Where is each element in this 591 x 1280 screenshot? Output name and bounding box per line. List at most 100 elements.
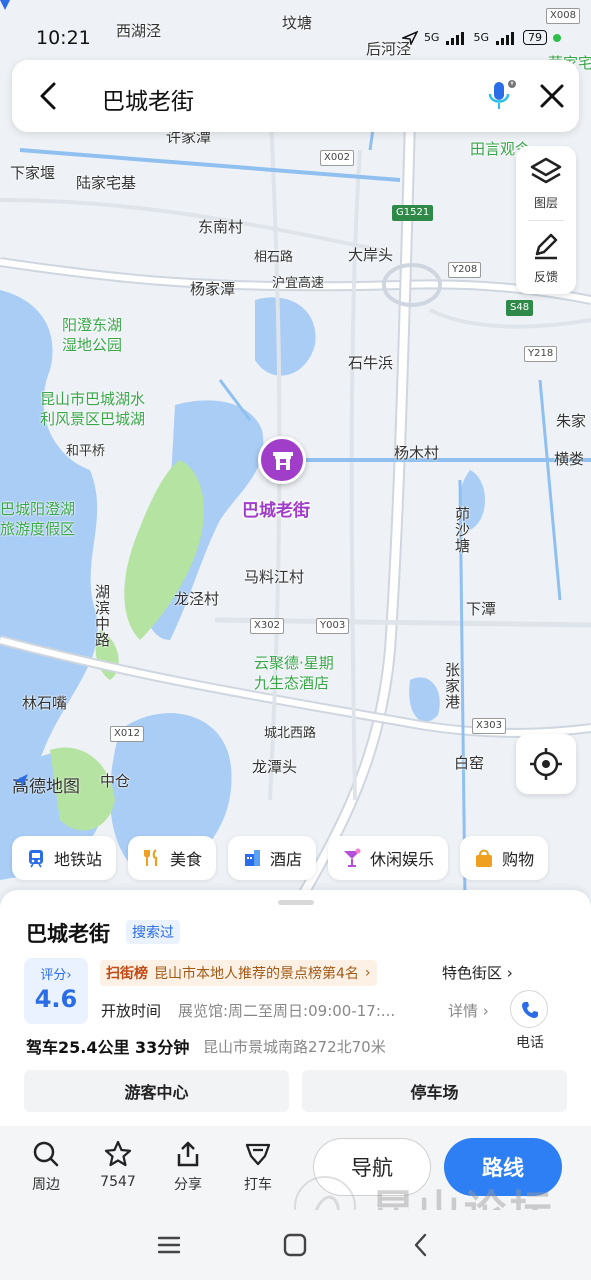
map-label: 利风景区巴城湖: [40, 410, 146, 428]
road-code: X303: [472, 718, 506, 734]
ranking-banner[interactable]: 扫街榜 昆山市本地人推荐的景点榜第4名 ›: [100, 960, 377, 986]
close-icon[interactable]: [536, 80, 568, 112]
poi-detail-sheet[interactable]: 巴城老街 搜索过 评分› 4.6 扫街榜 昆山市本地人推荐的景点榜第4名 › 特…: [0, 890, 591, 1130]
layers-button[interactable]: 图层: [516, 146, 576, 220]
road-code: Y003: [316, 618, 350, 634]
network-type-2: 5G: [473, 31, 489, 44]
road-code: Y208: [448, 262, 482, 278]
gate-icon: [273, 452, 293, 470]
network-type-1: 5G: [423, 31, 440, 44]
road-code: Y218: [524, 346, 558, 362]
star-icon: [104, 1140, 132, 1167]
road-code: G1521: [392, 205, 434, 221]
map-label: 城北西路: [264, 726, 317, 741]
taxi-button[interactable]: 打车: [236, 1140, 280, 1194]
rank-text: 昆山市本地人推荐的景点榜第4名: [154, 966, 359, 982]
map-label: 东南村: [198, 218, 244, 236]
phone-button[interactable]: 电话: [510, 990, 550, 1052]
sheet-drag-handle[interactable]: [278, 900, 314, 905]
leisure-icon: [344, 848, 361, 867]
feedback-button[interactable]: 反馈: [516, 220, 576, 294]
category-chips: 地铁站 美食 酒店 休闲娱乐 购物: [12, 836, 549, 880]
visitor-center-button[interactable]: 游客中心: [24, 1070, 289, 1112]
chevron-right-icon: ›: [506, 964, 513, 982]
map-label: 大岸头: [348, 246, 394, 264]
search-icon: [33, 1141, 59, 1167]
map-label: 云聚德·星期: [254, 654, 334, 672]
map-logo: 高德地图: [12, 772, 80, 797]
drive-info: 驾车25.4公里 33分钟: [26, 1038, 190, 1057]
green-dot-icon: [553, 33, 561, 42]
locate-me-button[interactable]: [516, 734, 576, 794]
layers-icon: [530, 157, 562, 184]
phone-label: 电话: [516, 1035, 544, 1051]
share-button[interactable]: 分享: [166, 1140, 210, 1194]
share-label: 分享: [174, 1177, 202, 1193]
menu-icon[interactable]: [156, 1232, 182, 1258]
chip-hotel[interactable]: 酒店: [228, 836, 317, 880]
back-arrow-icon[interactable]: [34, 80, 64, 112]
map-label: 林石嘴: [22, 694, 68, 712]
score-label: 评分: [40, 968, 67, 983]
map-tools-panel: 图层 反馈: [516, 146, 576, 294]
back-icon[interactable]: [408, 1232, 434, 1258]
detail-text: 详情: [448, 1002, 479, 1020]
battery-indicator: 79: [523, 30, 547, 45]
map-view[interactable]: 西湖泾 坟塘 后河泾 许家潭 下家堰 陆家宅基 田言观令 东南村 相石路 大岸头…: [0, 0, 591, 900]
map-label: 白窑: [454, 754, 485, 772]
navigate-button[interactable]: 导航: [313, 1138, 431, 1196]
hours-value: 展览馆:周二至周日:09:00-17:...: [178, 1002, 396, 1020]
share-icon: [177, 1141, 199, 1167]
location-arrow-icon: [401, 30, 418, 45]
poi-marker[interactable]: [258, 436, 306, 484]
map-label: 朱家: [556, 412, 587, 430]
favorite-count: 7547: [100, 1174, 136, 1190]
chip-label: 休闲娱乐: [370, 850, 435, 869]
road-code: X302: [250, 618, 284, 634]
favorite-button[interactable]: 7547: [96, 1140, 140, 1190]
food-icon: [144, 849, 158, 866]
nearby-button[interactable]: 周边: [24, 1140, 68, 1194]
rank-tag: 扫街榜: [106, 966, 148, 982]
chip-label: 酒店: [270, 850, 303, 869]
map-label: 龙泾村: [174, 590, 220, 608]
map-label: 杨家潭: [190, 280, 236, 298]
voice-mic-icon[interactable]: [486, 78, 516, 114]
chip-food[interactable]: 美食: [128, 836, 217, 880]
signal-icon: [496, 31, 514, 45]
search-bar[interactable]: 巴城老街: [12, 60, 579, 132]
subway-icon: [29, 850, 43, 868]
feature-text: 特色街区: [442, 964, 503, 982]
chip-shopping[interactable]: 购物: [460, 836, 549, 880]
map-label: 马料江村: [244, 568, 305, 586]
chip-subway[interactable]: 地铁站: [12, 836, 117, 880]
status-time: 10:21: [36, 27, 91, 49]
amap-logo-icon: [14, 774, 28, 788]
map-label: 横娄: [554, 450, 585, 468]
parking-button[interactable]: 停车场: [302, 1070, 567, 1112]
map-label: 旅游度假区: [0, 520, 76, 538]
action-bar: 周边 7547 分享 打车 导航 路线: [0, 1126, 591, 1210]
system-navigation-bar: [0, 1210, 591, 1280]
address: 昆山市景城南路272北70米: [203, 1038, 386, 1056]
score-box[interactable]: 评分› 4.6: [24, 958, 88, 1024]
status-indicators: 5G 5G 79: [401, 30, 561, 45]
map-label: 下家堰: [10, 164, 56, 182]
chip-leisure[interactable]: 休闲娱乐: [328, 836, 449, 880]
route-button[interactable]: 路线: [444, 1138, 562, 1196]
road-code: X012: [110, 726, 144, 742]
detail-link[interactable]: 详情 ›: [448, 1000, 489, 1021]
home-icon[interactable]: [282, 1232, 308, 1258]
taxi-icon: [245, 1143, 271, 1166]
searched-badge: 搜索过: [126, 920, 180, 944]
chip-label: 美食: [170, 850, 203, 869]
map-label: 龙潭头: [252, 758, 298, 776]
poi-map-label: 巴城老街: [242, 501, 310, 521]
chip-label: 地铁站: [54, 850, 103, 869]
search-query-text[interactable]: 巴城老街: [102, 82, 194, 116]
nearby-label: 周边: [32, 1177, 60, 1193]
chip-label: 购物: [502, 850, 535, 869]
signal-icon: [446, 31, 465, 45]
feature-link[interactable]: 特色街区 ›: [442, 962, 513, 983]
shopping-icon: [476, 849, 493, 867]
